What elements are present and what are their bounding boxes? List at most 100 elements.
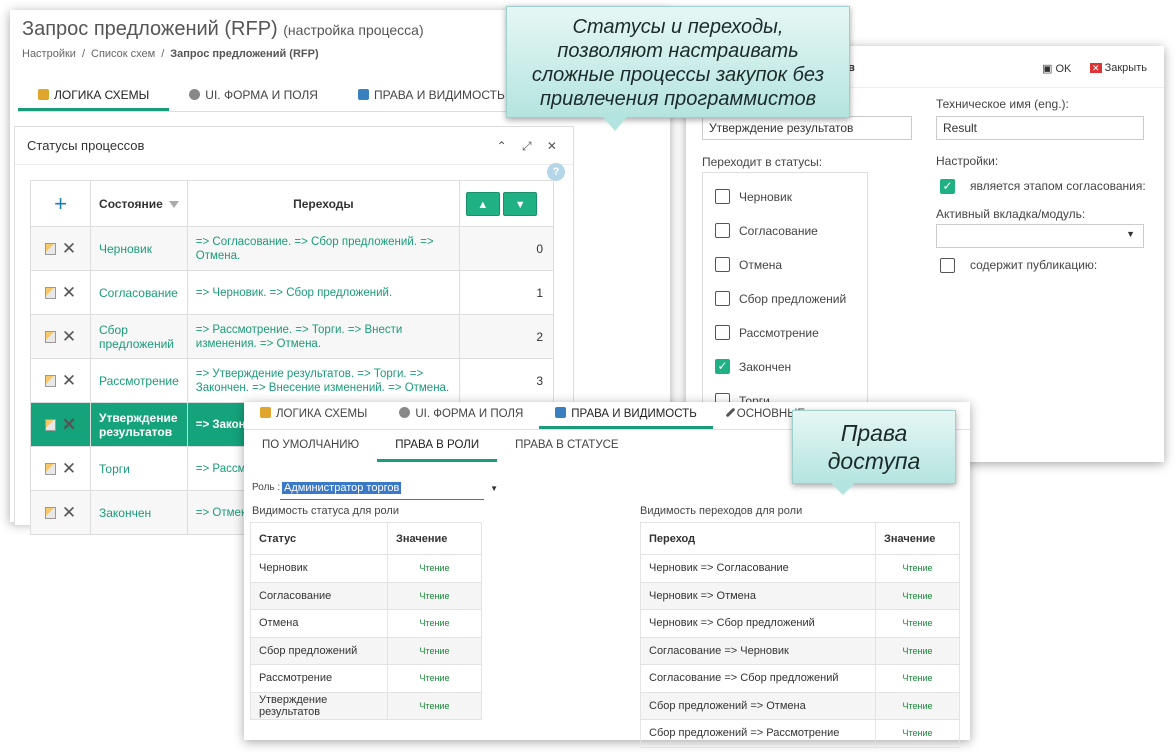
- pencil-icon: [725, 407, 736, 418]
- table-row[interactable]: ✕ Рассмотрение => Утверждение результато…: [30, 358, 554, 403]
- save-icon: ▣: [1042, 63, 1056, 75]
- table-row[interactable]: ✕ Черновик => Согласование. => Сбор пред…: [30, 226, 554, 271]
- delete-icon[interactable]: ✕: [62, 504, 76, 521]
- book-icon: [357, 89, 369, 100]
- subtab-default[interactable]: ПО УМОЛЧАНИЮ: [244, 432, 377, 462]
- delete-icon[interactable]: ✕: [62, 416, 76, 433]
- col-state[interactable]: Состояние: [90, 180, 188, 227]
- approval-checkbox[interactable]: ✓: [940, 179, 955, 194]
- edit-icon[interactable]: [44, 243, 56, 256]
- state-name[interactable]: Торги: [90, 446, 188, 491]
- status-checkbox[interactable]: [715, 291, 730, 306]
- status-checkbox[interactable]: [715, 223, 730, 238]
- order-number: 0: [459, 226, 554, 271]
- subtab-status-rights[interactable]: ПРАВА В СТАТУСЕ: [497, 432, 637, 462]
- help-icon[interactable]: ?: [547, 163, 565, 181]
- edit-icon[interactable]: [44, 507, 56, 520]
- panel-controls[interactable]: ⌃ ⤢ ✕: [497, 127, 563, 165]
- table-row: Черновик => Согласование Чтение: [640, 554, 960, 583]
- table-row: Сбор предложений => Рассмотрение Чтение: [640, 719, 960, 748]
- approval-label: является этапом согласования:: [970, 179, 1146, 193]
- access-value[interactable]: Чтение: [875, 664, 960, 693]
- access-value[interactable]: Чтение: [875, 691, 960, 720]
- sort-buttons: ▲ ▼: [459, 180, 554, 227]
- status-rights-table: Статус Значение Черновик Чтение Согласовани…: [250, 522, 482, 720]
- delete-icon[interactable]: ✕: [62, 328, 76, 345]
- access-value[interactable]: Чтение: [875, 609, 960, 638]
- table-row: Черновик Чтение: [250, 554, 482, 583]
- table-row: Согласование => Сбор предложений Чтение: [640, 664, 960, 693]
- tab-ui-form-2[interactable]: UI. ФОРМА И ПОЛЯ: [383, 402, 539, 429]
- gear-icon: [399, 407, 411, 418]
- table-row: Сбор предложений => Отмена Чтение: [640, 691, 960, 720]
- close-icon: ✕: [1090, 63, 1102, 73]
- move-down-button[interactable]: ▼: [503, 191, 538, 216]
- close-button[interactable]: ✕ Закрыть: [1090, 62, 1147, 74]
- settings-label: Настройки:: [936, 154, 999, 168]
- status-checkbox[interactable]: ✓: [715, 359, 730, 374]
- state-name[interactable]: Закончен: [90, 490, 188, 535]
- tab-logic-2[interactable]: ЛОГИКА СХЕМЫ: [244, 402, 383, 429]
- filter-icon[interactable]: [168, 200, 179, 208]
- access-value[interactable]: Чтение: [387, 609, 482, 638]
- role-select[interactable]: Администратор торгов ▼: [280, 478, 498, 500]
- tab-rights[interactable]: ПРАВА И ВИДИМОСТЬ: [338, 78, 525, 111]
- row-label: Сбор предложений: [250, 636, 388, 665]
- row-label: Сбор предложений => Отмена: [640, 691, 876, 720]
- active-tab-select[interactable]: ▼: [936, 224, 1144, 248]
- access-value[interactable]: Чтение: [387, 554, 482, 583]
- breadcrumb-schemes[interactable]: Список схем: [91, 48, 155, 60]
- row-label: Согласование => Сбор предложений: [640, 664, 876, 693]
- access-value[interactable]: Чтение: [387, 636, 482, 665]
- ok-button[interactable]: ▣ OK: [1042, 62, 1071, 75]
- active-tab-label: Активный вкладка/модуль:: [936, 207, 1086, 221]
- status-checkbox[interactable]: [715, 189, 730, 204]
- delete-icon[interactable]: ✕: [62, 372, 76, 389]
- edit-icon[interactable]: [44, 463, 56, 476]
- state-name[interactable]: Черновик: [90, 226, 188, 271]
- col-transitions: Переходы: [186, 180, 461, 227]
- access-value[interactable]: Чтение: [875, 581, 960, 610]
- col-value: Значение: [875, 522, 960, 555]
- access-value[interactable]: Чтение: [387, 691, 482, 720]
- delete-icon[interactable]: ✕: [62, 240, 76, 257]
- edit-icon[interactable]: [44, 287, 56, 300]
- delete-icon[interactable]: ✕: [62, 460, 76, 477]
- edit-icon[interactable]: [44, 419, 56, 432]
- access-value[interactable]: Чтение: [387, 664, 482, 693]
- table-row: Утверждение результатов Чтение: [250, 691, 482, 720]
- add-status-button[interactable]: +: [30, 180, 91, 227]
- status-checkbox[interactable]: [715, 325, 730, 340]
- status-checkbox-label: Рассмотрение: [739, 326, 819, 340]
- state-name[interactable]: Утверждение результатов: [90, 402, 188, 447]
- breadcrumb-settings[interactable]: Настройки: [22, 48, 76, 60]
- subtab-role-rights[interactable]: ПРАВА В РОЛИ: [377, 432, 498, 462]
- state-name[interactable]: Сбор предложений: [90, 314, 188, 359]
- tab-logic[interactable]: ЛОГИКА СХЕМЫ: [18, 78, 170, 111]
- delete-icon[interactable]: ✕: [62, 284, 76, 301]
- table-row[interactable]: ✕ Сбор предложений => Рассмотрение. => Т…: [30, 314, 554, 359]
- table-row: Согласование => Черновик Чтение: [640, 636, 960, 665]
- edit-icon[interactable]: [44, 375, 56, 388]
- access-value[interactable]: Чтение: [875, 636, 960, 665]
- state-name[interactable]: Согласование: [90, 270, 188, 315]
- access-value[interactable]: Чтение: [875, 554, 960, 583]
- access-value[interactable]: Чтение: [875, 719, 960, 748]
- tab-ui-form[interactable]: UI. ФОРМА И ПОЛЯ: [169, 78, 338, 111]
- move-up-button[interactable]: ▲: [465, 191, 500, 216]
- status-checkbox[interactable]: [715, 257, 730, 272]
- table-row[interactable]: ✕ Согласование => Черновик. => Сбор пред…: [30, 270, 554, 315]
- book-icon: [555, 407, 567, 418]
- edit-icon[interactable]: [44, 331, 56, 344]
- tab-rights-2[interactable]: ПРАВА И ВИДИМОСТЬ: [539, 402, 713, 429]
- row-label: Черновик: [250, 554, 388, 583]
- role-label: Роль :: [252, 482, 281, 493]
- status-name-field[interactable]: Утверждение результатов: [702, 116, 912, 140]
- access-value[interactable]: Чтение: [387, 581, 482, 610]
- rights-subtabs: ПО УМОЛЧАНИЮ ПРАВА В РОЛИ ПРАВА В СТАТУС…: [244, 432, 637, 462]
- table-row: Черновик => Отмена Чтение: [640, 581, 960, 610]
- tech-name-field[interactable]: Result: [936, 116, 1144, 140]
- publication-checkbox[interactable]: [940, 258, 955, 273]
- scroll-icon: [260, 407, 271, 418]
- state-name[interactable]: Рассмотрение: [90, 358, 188, 403]
